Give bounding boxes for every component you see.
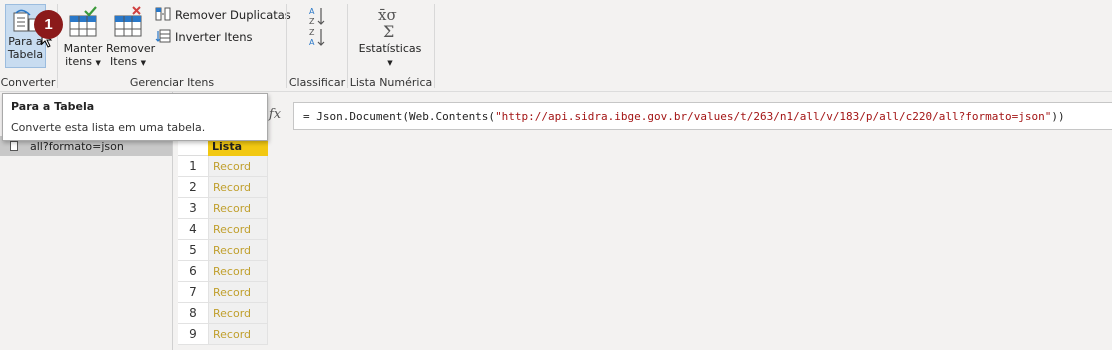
row-number: 3	[178, 198, 208, 219]
record-cell[interactable]: Record	[208, 282, 268, 303]
step-number-badge: 1	[34, 10, 63, 39]
group-label-classificar: Classificar	[288, 76, 346, 89]
para-a-tabela-label-2: Tabela	[7, 48, 44, 61]
group-gerenciar-itens: Manter itens ▼ Remover Itens ▼ Remover D…	[58, 0, 291, 92]
table-row: 2 Record	[178, 177, 268, 198]
table-row: 1 Record	[178, 156, 268, 177]
remover-itens-label-2: Itens	[110, 55, 138, 68]
group-label-gerenciar-itens: Gerenciar Itens	[129, 76, 215, 89]
row-number: 5	[178, 240, 208, 261]
table-row: 6 Record	[178, 261, 268, 282]
row-number: 2	[178, 177, 208, 198]
document-icon	[10, 141, 18, 151]
record-cell[interactable]: Record	[208, 177, 268, 198]
record-cell[interactable]: Record	[208, 198, 268, 219]
group-label-lista-numerica: Lista Numérica	[349, 76, 433, 89]
formula-suffix: ))	[1051, 110, 1065, 123]
manter-itens-label-2: itens	[65, 55, 92, 68]
ribbon: Para a Tabela Converter Manter itens ▼ R…	[0, 0, 1112, 92]
record-cell[interactable]: Record	[208, 219, 268, 240]
row-number: 7	[178, 282, 208, 303]
svg-text:A: A	[309, 7, 315, 16]
sort-descending-icon[interactable]: Z A	[309, 27, 325, 50]
svg-text:Z: Z	[309, 17, 315, 26]
remover-itens-button[interactable]: Remover Itens ▼	[106, 4, 156, 70]
record-cell[interactable]: Record	[208, 324, 268, 345]
svg-text:A: A	[309, 38, 315, 47]
para-a-tabela-label-1: Para a	[8, 35, 43, 48]
keep-items-icon	[62, 4, 104, 42]
reverse-items-icon	[155, 29, 175, 46]
sort-ascending-icon[interactable]: A Z	[309, 6, 325, 29]
group-lista-numerica: x̄σ Σ Estatísticas ▼ Lista Numérica	[348, 0, 434, 92]
manter-itens-button[interactable]: Manter itens ▼	[62, 4, 104, 70]
group-label-converter: Converter	[0, 76, 56, 89]
table-row: 5 Record	[178, 240, 268, 261]
row-number: 8	[178, 303, 208, 324]
inverter-itens-label: Inverter Itens	[175, 30, 253, 44]
svg-text:Σ: Σ	[383, 22, 394, 40]
estatisticas-label: Estatísticas	[358, 42, 422, 55]
remover-duplicatas-label: Remover Duplicatas	[175, 8, 291, 22]
chevron-down-icon: ▼	[140, 59, 146, 67]
remover-itens-label-1: Remover	[106, 42, 156, 55]
row-number: 6	[178, 261, 208, 282]
record-cell[interactable]: Record	[208, 303, 268, 324]
formula-prefix: = Json.Document(Web.Contents(	[303, 110, 496, 123]
svg-text:Z: Z	[309, 28, 315, 37]
group-classificar: A Z Z A Classificar	[287, 0, 347, 92]
remover-duplicatas-button[interactable]: Remover Duplicatas	[155, 5, 291, 25]
record-cell[interactable]: Record	[208, 240, 268, 261]
formula-url: "http://api.sidra.ibge.gov.br/values/t/2…	[495, 110, 1052, 123]
row-number: 9	[178, 324, 208, 345]
row-number: 4	[178, 219, 208, 240]
tooltip: Para a Tabela Converte esta lista em uma…	[2, 93, 268, 141]
divider	[434, 4, 435, 88]
table-row: 7 Record	[178, 282, 268, 303]
statistics-icon: x̄σ Σ	[358, 4, 422, 42]
tooltip-body: Converte esta lista em uma tabela.	[11, 121, 206, 134]
remove-duplicates-icon	[155, 7, 175, 24]
table-row: 4 Record	[178, 219, 268, 240]
chevron-down-icon: ▼	[95, 59, 101, 67]
query-name: all?formato=json	[30, 139, 124, 153]
remove-items-icon	[106, 4, 150, 42]
estatisticas-button[interactable]: x̄σ Σ Estatísticas ▼	[358, 4, 422, 70]
row-number: 1	[178, 156, 208, 177]
formula-bar[interactable]: = Json.Document(Web.Contents("http://api…	[293, 102, 1112, 130]
table-row: 9 Record	[178, 324, 268, 345]
record-cell[interactable]: Record	[208, 261, 268, 282]
manter-itens-label-1: Manter	[63, 42, 103, 55]
tooltip-title: Para a Tabela	[11, 100, 95, 113]
table-row: 8 Record	[178, 303, 268, 324]
inverter-itens-button[interactable]: Inverter Itens	[155, 27, 253, 47]
table-row: 3 Record	[178, 198, 268, 219]
record-cell[interactable]: Record	[208, 156, 268, 177]
chevron-down-icon: ▼	[387, 59, 393, 67]
